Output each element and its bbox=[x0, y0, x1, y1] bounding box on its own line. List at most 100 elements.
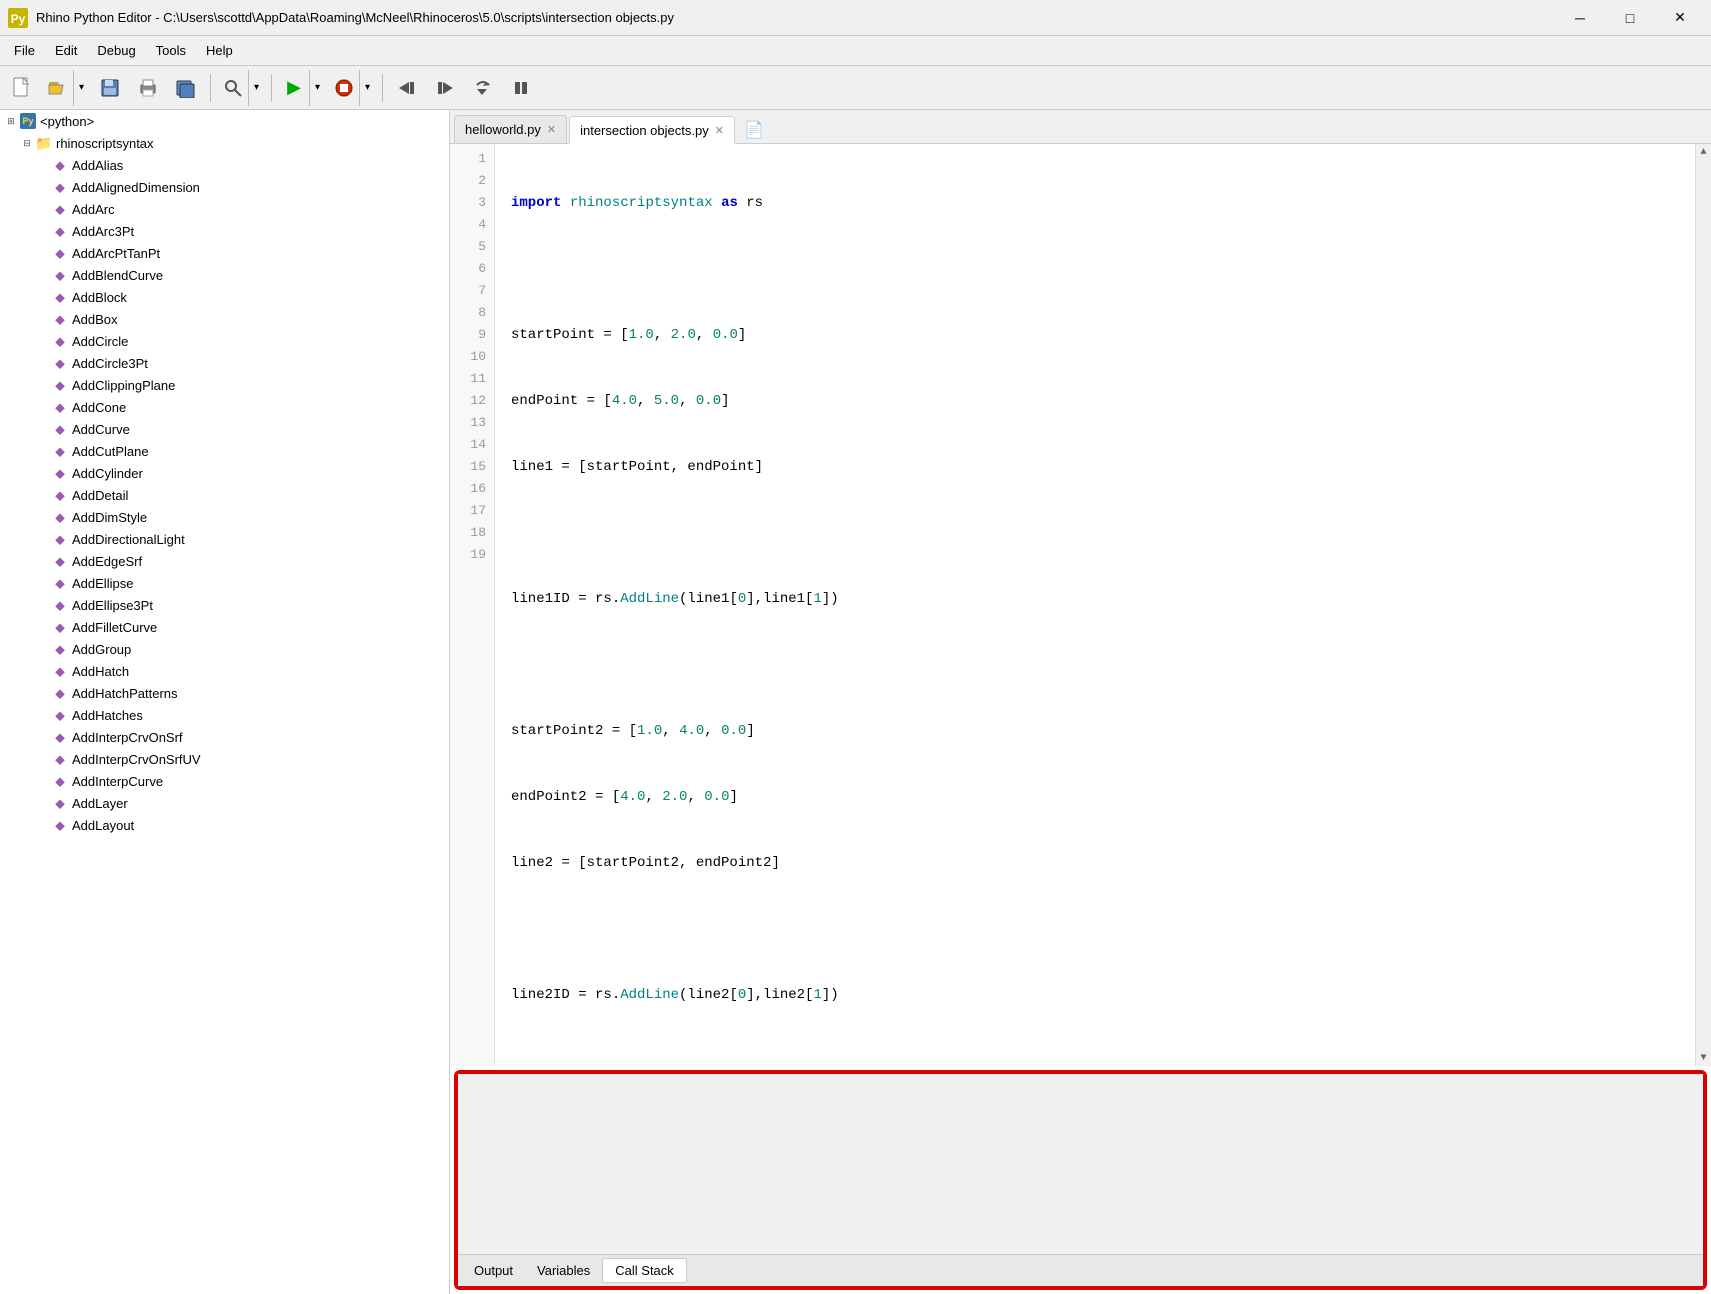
tree-item-adddetail[interactable]: · ⬥ AddDetail bbox=[0, 484, 449, 506]
step-back-button[interactable] bbox=[389, 70, 425, 106]
stop-button[interactable] bbox=[329, 70, 359, 106]
tree-item-addalias[interactable]: · ⬥ AddAlias bbox=[0, 154, 449, 176]
scroll-up-arrow[interactable]: ▲ bbox=[1696, 144, 1711, 160]
tree-item-addinterpcrvonsrfuv[interactable]: · ⬥ AddInterpCrvOnSrfUV bbox=[0, 748, 449, 770]
step-button[interactable] bbox=[427, 70, 463, 106]
tree-item-addcone[interactable]: · ⬥ AddCone bbox=[0, 396, 449, 418]
print-button[interactable] bbox=[130, 70, 166, 106]
code-content[interactable]: import rhinoscriptsyntax as rs startPoin… bbox=[495, 144, 1695, 1066]
tree-item-addlayer[interactable]: · ⬥ AddLayer bbox=[0, 792, 449, 814]
menu-file[interactable]: File bbox=[4, 39, 45, 62]
code-line-7: line1ID = rs.AddLine(line1[0],line1[1]) bbox=[503, 588, 1687, 610]
tab-variables[interactable]: Variables bbox=[525, 1259, 602, 1282]
tree-item-addhatchpatterns[interactable]: · ⬥ AddHatchPatterns bbox=[0, 682, 449, 704]
tree-item-addfilletcurve[interactable]: · ⬥ AddFilletCurve bbox=[0, 616, 449, 638]
pause-button[interactable] bbox=[503, 70, 539, 106]
tree-item-rhinoscriptsyntax[interactable]: ⊟ 📁 rhinoscriptsyntax bbox=[0, 132, 449, 154]
tab-label: intersection objects.py bbox=[580, 123, 709, 138]
tree-label: AddLayout bbox=[72, 818, 134, 833]
search-button-group[interactable]: ▾ bbox=[217, 69, 265, 107]
tree-item-adddirectionallight[interactable]: · ⬥ AddDirectionalLight bbox=[0, 528, 449, 550]
tree-item-addcircle[interactable]: · ⬥ AddCircle bbox=[0, 330, 449, 352]
leaf-icon: ⬥ bbox=[52, 377, 68, 393]
tree-item-python[interactable]: ⊞ Py <python> bbox=[0, 110, 449, 132]
new-button[interactable] bbox=[4, 70, 40, 106]
line-num-11: 11 bbox=[450, 368, 494, 390]
minimize-button[interactable]: ─ bbox=[1557, 3, 1603, 33]
leaf-icon: ⬥ bbox=[52, 311, 68, 327]
tree-label: AddInterpCrvOnSrfUV bbox=[72, 752, 201, 767]
code-line-12 bbox=[503, 918, 1687, 940]
tab-call-stack[interactable]: Call Stack bbox=[602, 1258, 687, 1283]
tree-item-addhatches[interactable]: · ⬥ AddHatches bbox=[0, 704, 449, 726]
tree-item-addarc[interactable]: · ⬥ AddArc bbox=[0, 198, 449, 220]
tab-helloworld[interactable]: helloworld.py ✕ bbox=[454, 115, 567, 143]
tree-item-adddimstyle[interactable]: · ⬥ AddDimStyle bbox=[0, 506, 449, 528]
code-line-5: line1 = [startPoint, endPoint] bbox=[503, 456, 1687, 478]
tab-output[interactable]: Output bbox=[462, 1259, 525, 1282]
open-arrow-button[interactable]: ▾ bbox=[73, 70, 89, 106]
run-button-group[interactable]: ▶ ▾ bbox=[278, 69, 326, 107]
tree-item-addiniterpcurve[interactable]: · ⬥ AddInterpCurve bbox=[0, 770, 449, 792]
save-button[interactable] bbox=[92, 70, 128, 106]
tree-item-addcircle3pt[interactable]: · ⬥ AddCircle3Pt bbox=[0, 352, 449, 374]
tree-label: AddAlias bbox=[72, 158, 123, 173]
tree-item-addarcpttanpt[interactable]: · ⬥ AddArcPtTanPt bbox=[0, 242, 449, 264]
tree-item-addarc3pt[interactable]: · ⬥ AddArc3Pt bbox=[0, 220, 449, 242]
leaf-icon: ⬥ bbox=[52, 707, 68, 723]
expand-icon: ⊟ bbox=[20, 136, 34, 150]
tree-item-addellipse[interactable]: · ⬥ AddEllipse bbox=[0, 572, 449, 594]
search-arrow-button[interactable]: ▾ bbox=[248, 70, 264, 106]
tree-item-addlayout[interactable]: · ⬥ AddLayout bbox=[0, 814, 449, 836]
tree-label: rhinoscriptsyntax bbox=[56, 136, 154, 151]
open-button[interactable] bbox=[43, 70, 73, 106]
tree-item-addinterpcrvonsrf[interactable]: · ⬥ AddInterpCrvOnSrf bbox=[0, 726, 449, 748]
stop-button-group[interactable]: ▾ bbox=[328, 69, 376, 107]
tree-item-addaligneddimension[interactable]: · ⬥ AddAlignedDimension bbox=[0, 176, 449, 198]
search-button[interactable] bbox=[218, 70, 248, 106]
menu-tools[interactable]: Tools bbox=[146, 39, 196, 62]
tree-item-addclippingplane[interactable]: · ⬥ AddClippingPlane bbox=[0, 374, 449, 396]
maximize-button[interactable]: □ bbox=[1607, 3, 1653, 33]
code-line-4: endPoint = [4.0, 5.0, 0.0] bbox=[503, 390, 1687, 412]
new-tab-button[interactable]: 📄 bbox=[741, 117, 767, 143]
bottom-panel-content[interactable] bbox=[458, 1074, 1703, 1254]
run-arrow-button[interactable]: ▾ bbox=[309, 70, 325, 106]
close-button[interactable]: ✕ bbox=[1657, 3, 1703, 33]
tab-close-helloworld[interactable]: ✕ bbox=[547, 123, 556, 136]
menu-debug[interactable]: Debug bbox=[87, 39, 145, 62]
tree-item-addcurve[interactable]: · ⬥ AddCurve bbox=[0, 418, 449, 440]
folder-icon: 📁 bbox=[36, 135, 52, 151]
tree-item-addcutplane[interactable]: · ⬥ AddCutPlane bbox=[0, 440, 449, 462]
tree-item-addbox[interactable]: · ⬥ AddBox bbox=[0, 308, 449, 330]
tree-item-addcylinder[interactable]: · ⬥ AddCylinder bbox=[0, 462, 449, 484]
editor-scrollbar[interactable]: ▲ ▼ bbox=[1695, 144, 1711, 1066]
leaf-icon: ⬥ bbox=[52, 223, 68, 239]
tree-label: AddBlendCurve bbox=[72, 268, 163, 283]
tab-close-intersection[interactable]: ✕ bbox=[715, 124, 724, 137]
line-num-14: 14 bbox=[450, 434, 494, 456]
menu-edit[interactable]: Edit bbox=[45, 39, 87, 62]
tree-item-addellipse3pt[interactable]: · ⬥ AddEllipse3Pt bbox=[0, 594, 449, 616]
run-button[interactable]: ▶ bbox=[279, 70, 309, 106]
tree-item-addedgesrf[interactable]: · ⬥ AddEdgeSrf bbox=[0, 550, 449, 572]
save-copy-button[interactable] bbox=[168, 70, 204, 106]
open-button-group[interactable]: ▾ bbox=[42, 69, 90, 107]
tree-label: AddArc bbox=[72, 202, 115, 217]
leaf-icon: ⬥ bbox=[52, 575, 68, 591]
tree-item-addblock[interactable]: · ⬥ AddBlock bbox=[0, 286, 449, 308]
leaf-icon: ⬥ bbox=[52, 267, 68, 283]
scroll-down-arrow[interactable]: ▼ bbox=[1696, 1050, 1711, 1066]
menu-help[interactable]: Help bbox=[196, 39, 243, 62]
tree-item-addhatch[interactable]: · ⬥ AddHatch bbox=[0, 660, 449, 682]
line-num-17: 17 bbox=[450, 500, 494, 522]
step-over-button[interactable] bbox=[465, 70, 501, 106]
code-editor[interactable]: 1 2 3 4 5 6 7 8 9 10 11 12 13 14 15 16 1 bbox=[450, 144, 1711, 1066]
leaf-icon: ⬥ bbox=[52, 421, 68, 437]
stop-arrow-button[interactable]: ▾ bbox=[359, 70, 375, 106]
tree-item-addgroup[interactable]: · ⬥ AddGroup bbox=[0, 638, 449, 660]
tab-intersection-objects[interactable]: intersection objects.py ✕ bbox=[569, 116, 735, 144]
main-area: ⊞ Py <python> ⊟ 📁 rhinoscriptsyntax · ⬥ … bbox=[0, 110, 1711, 1294]
tree-item-addblendcurve[interactable]: · ⬥ AddBlendCurve bbox=[0, 264, 449, 286]
scroll-track[interactable] bbox=[1696, 160, 1711, 1050]
